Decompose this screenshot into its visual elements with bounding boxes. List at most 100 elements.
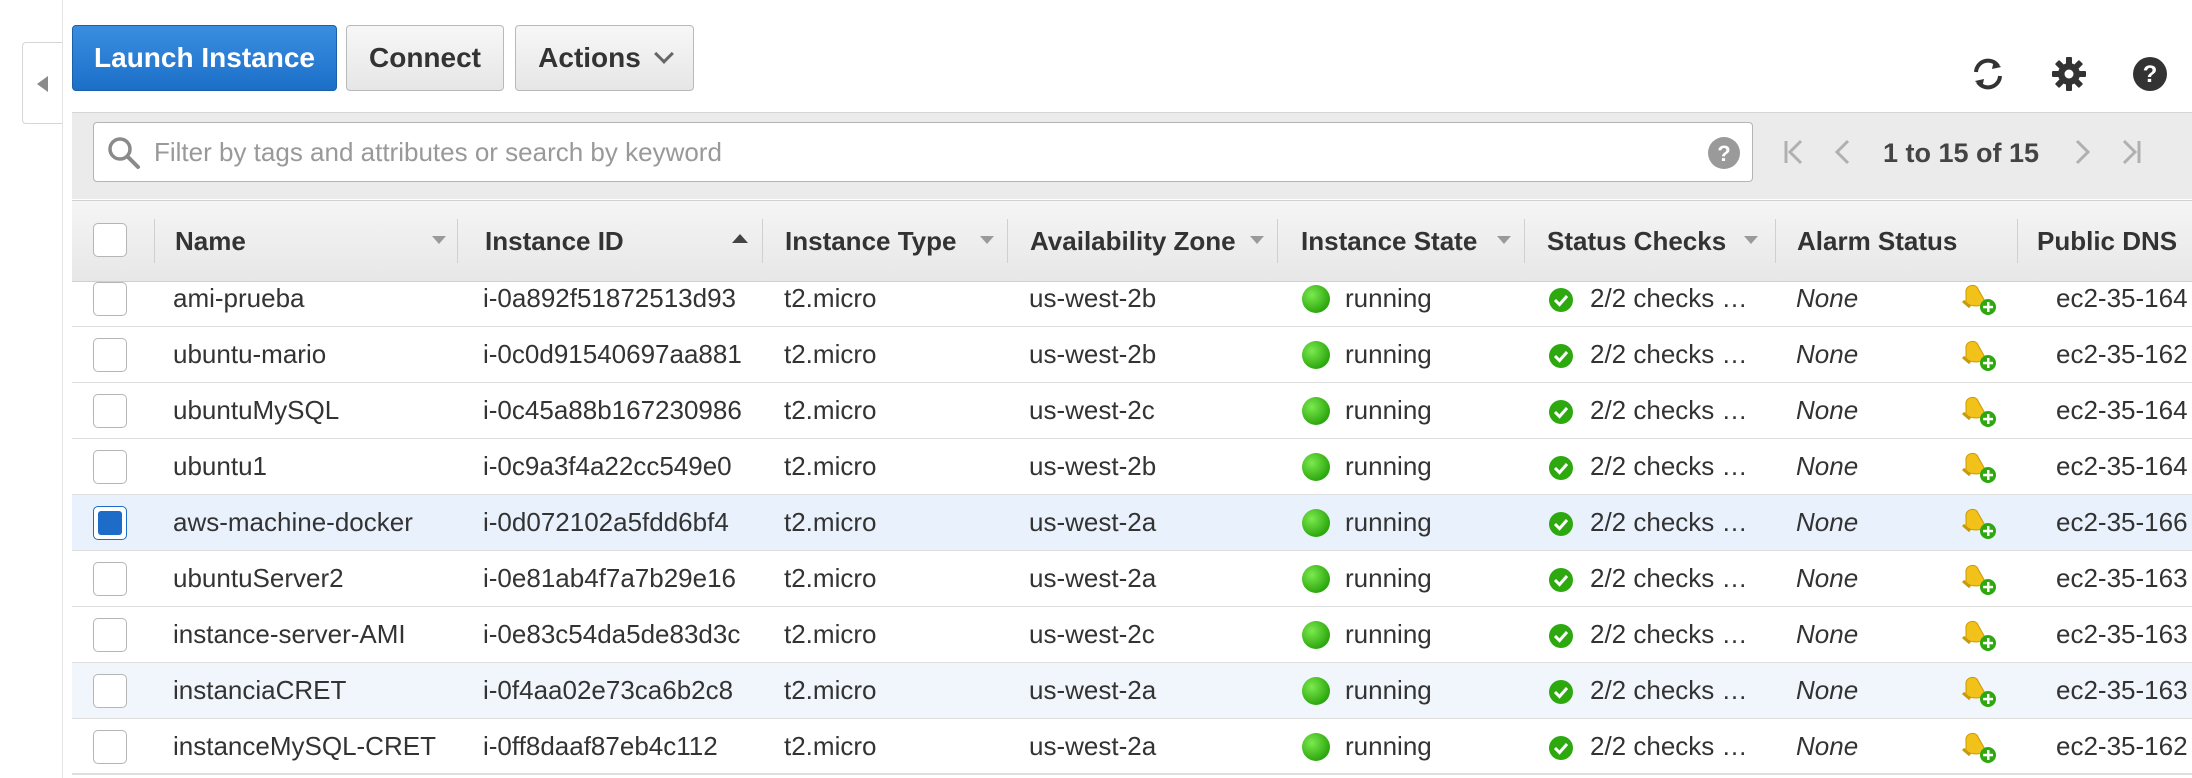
column-header-availability-zone-label: Availability Zone bbox=[1030, 225, 1236, 256]
running-status-icon bbox=[1302, 733, 1330, 761]
public-dns: ec2-35-164 bbox=[2056, 395, 2188, 425]
instance-id: i-0c45a88b167230986 bbox=[483, 395, 742, 425]
alarm-status: None bbox=[1796, 507, 1859, 537]
instance-state: running bbox=[1345, 507, 1432, 537]
row-checkbox[interactable] bbox=[93, 450, 127, 484]
status-checks: 2/2 checks … bbox=[1590, 283, 1748, 313]
create-alarm-icon[interactable] bbox=[1960, 281, 1998, 317]
row-checkbox[interactable] bbox=[93, 562, 127, 596]
create-alarm-icon[interactable] bbox=[1960, 505, 1998, 541]
column-header-instance-state-label: Instance State bbox=[1301, 225, 1478, 256]
instance-id: i-0ff8daaf87eb4c112 bbox=[483, 731, 718, 761]
table-row[interactable]: ubuntu-mario i-0c0d91540697aa881 t2.micro u… bbox=[72, 327, 2192, 383]
status-checks: 2/2 checks … bbox=[1590, 619, 1748, 649]
launch-instance-button[interactable]: Launch Instance bbox=[72, 25, 337, 91]
table-row[interactable]: instanceMySQL-CRET i-0ff8daaf87eb4c112 t2.… bbox=[72, 719, 2192, 775]
search-box[interactable]: ? bbox=[93, 122, 1753, 182]
availability-zone: us-west-2c bbox=[1029, 619, 1155, 649]
create-alarm-icon[interactable] bbox=[1960, 729, 1998, 765]
column-divider bbox=[1277, 219, 1278, 263]
prev-page-icon[interactable] bbox=[1827, 136, 1859, 168]
public-dns: ec2-35-164 bbox=[2056, 451, 2188, 481]
row-checkbox[interactable] bbox=[93, 394, 127, 428]
column-header-availability-zone[interactable]: Availability Zone bbox=[1030, 201, 1260, 281]
instance-state: running bbox=[1345, 563, 1432, 593]
pagination-text: 1 to 15 of 15 bbox=[1883, 138, 2040, 168]
table-row[interactable]: ubuntu1 i-0c9a3f4a22cc549e0 t2.micro us-wes… bbox=[72, 439, 2192, 495]
launch-instance-label: Launch Instance bbox=[94, 42, 315, 73]
next-page-icon[interactable] bbox=[2066, 136, 2098, 168]
last-page-icon[interactable] bbox=[2114, 136, 2146, 168]
instance-state: running bbox=[1345, 339, 1432, 369]
sidebar-divider bbox=[62, 0, 63, 778]
row-checkbox[interactable] bbox=[93, 338, 127, 372]
actions-label: Actions bbox=[538, 42, 641, 73]
table-row[interactable]: ubuntuMySQL i-0c45a88b167230986 t2.micro us… bbox=[72, 383, 2192, 439]
alarm-status: None bbox=[1796, 395, 1859, 425]
instance-state: running bbox=[1345, 283, 1432, 313]
status-checks: 2/2 checks … bbox=[1590, 675, 1748, 705]
instance-type: t2.micro bbox=[784, 451, 877, 481]
create-alarm-icon[interactable] bbox=[1960, 673, 1998, 709]
create-alarm-icon[interactable] bbox=[1960, 617, 1998, 653]
refresh-icon[interactable] bbox=[1968, 54, 2008, 94]
availability-zone: us-west-2c bbox=[1029, 395, 1155, 425]
instance-id: i-0c0d91540697aa881 bbox=[483, 339, 742, 369]
search-input[interactable] bbox=[152, 129, 1676, 175]
collapse-sidebar-button[interactable] bbox=[22, 42, 62, 124]
actions-dropdown-button[interactable]: Actions bbox=[515, 25, 694, 91]
connect-button[interactable]: Connect bbox=[346, 25, 504, 91]
gear-icon[interactable] bbox=[2049, 54, 2089, 94]
sort-caret-down-icon bbox=[1497, 236, 1511, 244]
column-divider bbox=[2017, 219, 2018, 263]
create-alarm-icon[interactable] bbox=[1960, 337, 1998, 373]
availability-zone: us-west-2b bbox=[1029, 339, 1157, 369]
select-all-checkbox[interactable] bbox=[93, 223, 127, 257]
column-header-instance-id[interactable]: Instance ID bbox=[485, 201, 685, 281]
status-checks: 2/2 checks … bbox=[1590, 451, 1748, 481]
running-status-icon bbox=[1302, 453, 1330, 481]
instance-name: instanceMySQL-CRET bbox=[173, 731, 436, 761]
instance-type: t2.micro bbox=[784, 507, 877, 537]
table-row[interactable]: ubuntuServer2 i-0e81ab4f7a7b29e16 t2.micro… bbox=[72, 551, 2192, 607]
table-row[interactable]: ami-prueba i-0a892f51872513d93 t2.micro us-… bbox=[72, 271, 2192, 327]
instance-state: running bbox=[1345, 395, 1432, 425]
row-checkbox[interactable] bbox=[93, 506, 127, 540]
table-row[interactable]: instanciaCRET i-0f4aa02e73ca6b2c8 t2.micro… bbox=[72, 663, 2192, 719]
running-status-icon bbox=[1302, 397, 1330, 425]
instance-type: t2.micro bbox=[784, 339, 877, 369]
column-header-name[interactable]: Name bbox=[175, 201, 375, 281]
column-header-instance-type[interactable]: Instance Type bbox=[785, 201, 985, 281]
instance-state: running bbox=[1345, 451, 1432, 481]
create-alarm-icon[interactable] bbox=[1960, 561, 1998, 597]
availability-zone: us-west-2a bbox=[1029, 675, 1157, 705]
alarm-status: None bbox=[1796, 731, 1859, 761]
alarm-status: None bbox=[1796, 339, 1859, 369]
table-row[interactable]: aws-machine-docker i-0d072102a5fdd6bf4 t2.… bbox=[72, 495, 2192, 551]
instance-state: running bbox=[1345, 731, 1432, 761]
row-checkbox[interactable] bbox=[93, 730, 127, 764]
public-dns: ec2-35-163 bbox=[2056, 563, 2188, 593]
instance-id: i-0d072102a5fdd6bf4 bbox=[483, 507, 729, 537]
row-checkbox[interactable] bbox=[93, 282, 127, 316]
row-checkbox[interactable] bbox=[93, 618, 127, 652]
create-alarm-icon[interactable] bbox=[1960, 393, 1998, 429]
row-checkbox[interactable] bbox=[93, 674, 127, 708]
column-header-instance-state[interactable]: Instance State bbox=[1301, 201, 1511, 281]
instance-type: t2.micro bbox=[784, 395, 877, 425]
create-alarm-icon[interactable] bbox=[1960, 449, 1998, 485]
running-status-icon bbox=[1302, 565, 1330, 593]
search-help-icon[interactable]: ? bbox=[1706, 135, 1742, 171]
column-header-public-dns[interactable]: Public DNS bbox=[2037, 201, 2192, 281]
running-status-icon bbox=[1302, 285, 1330, 313]
alarm-status: None bbox=[1796, 283, 1859, 313]
help-icon[interactable]: ? bbox=[2130, 54, 2170, 94]
table-row[interactable]: instance-server-AMI i-0e83c54da5de83d3c t2… bbox=[72, 607, 2192, 663]
running-status-icon bbox=[1302, 341, 1330, 369]
check-circle-icon bbox=[1549, 680, 1573, 704]
instance-name: instance-server-AMI bbox=[173, 619, 406, 649]
column-header-status-checks[interactable]: Status Checks bbox=[1547, 201, 1757, 281]
column-divider bbox=[1524, 219, 1525, 263]
column-header-alarm-status[interactable]: Alarm Status bbox=[1797, 201, 1997, 281]
first-page-icon[interactable] bbox=[1779, 136, 1811, 168]
